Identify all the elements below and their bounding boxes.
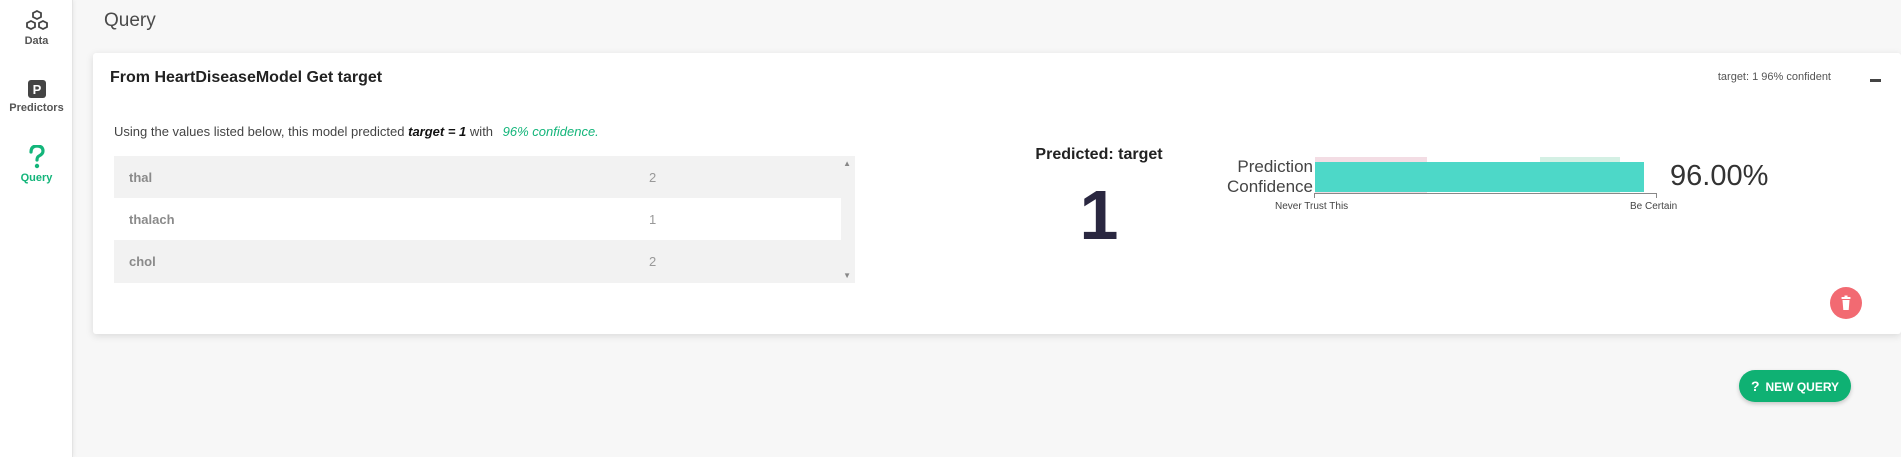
sidebar-item-data[interactable]: Data [0,10,73,47]
gauge-tick-right [1656,193,1657,198]
predicted-label: Predicted: target [1035,146,1163,163]
confidence-label-line1: Prediction [1237,157,1313,176]
explain-confidence: 96% confidence. [502,124,599,139]
sidebar-item-label: Data [24,35,49,47]
input-values-table[interactable]: thal 2 thalach 1 chol 2 ▲ ▼ [114,156,855,283]
trash-icon [1841,295,1851,310]
gauge-left-label: Never Trust This [1275,201,1349,212]
row-key: thalach [129,212,175,227]
confidence-gauge-bar [1315,162,1644,192]
sidebar-item-label: Query [20,172,53,184]
gauge-right-label: Be Certain [1630,201,1678,212]
sidebar-item-label: Predictors [9,102,64,114]
new-query-button[interactable]: ? NEW QUERY [1739,370,1851,402]
scroll-up-arrow-icon[interactable]: ▲ [843,159,851,168]
gauge-axis [1314,193,1657,194]
card-title: From HeartDiseaseModel Get target [110,69,383,86]
row-key: thal [129,170,153,185]
query-result-card: From HeartDiseaseModel Get target target… [93,53,1901,334]
row-value: 2 [649,254,657,269]
predicted-value: 1 [1079,176,1119,254]
confidence-label-line2: Confidence [1226,177,1313,196]
explain-prediction: target = 1 [408,124,467,139]
page-title: Query [104,10,156,31]
svg-text:P: P [32,82,41,97]
sidebar-item-query[interactable]: Query [0,145,73,184]
table-row: thal 2 [114,156,841,198]
explain-mid: with [469,124,494,139]
gauge-tick-left [1314,193,1315,198]
question-icon [28,145,45,169]
prediction-explanation: Using the values listed below, this mode… [114,124,599,139]
table-row: thalach 1 [114,198,841,240]
sidebar: Data P Predictors Query [0,0,73,457]
row-value: 1 [649,212,657,227]
delete-button[interactable] [1830,287,1862,319]
row-key: chol [129,254,156,269]
card-summary: target: 1 96% confident [1717,71,1831,83]
scroll-down-arrow-icon[interactable]: ▼ [843,271,851,280]
question-icon: ? [1750,378,1760,394]
sidebar-item-predictors[interactable]: P Predictors [0,79,73,114]
confidence-label: Prediction Confidence [1213,157,1313,197]
parking-p-icon: P [27,80,46,98]
confidence-percent: 96.00% [1670,160,1769,192]
row-value: 2 [649,170,657,185]
collapse-button[interactable] [1870,79,1881,82]
explain-lead: Using the values listed below, this mode… [114,124,405,139]
new-query-label: NEW QUERY [1765,380,1840,394]
table-row: chol 2 [114,240,841,282]
cubes-icon [25,10,48,31]
